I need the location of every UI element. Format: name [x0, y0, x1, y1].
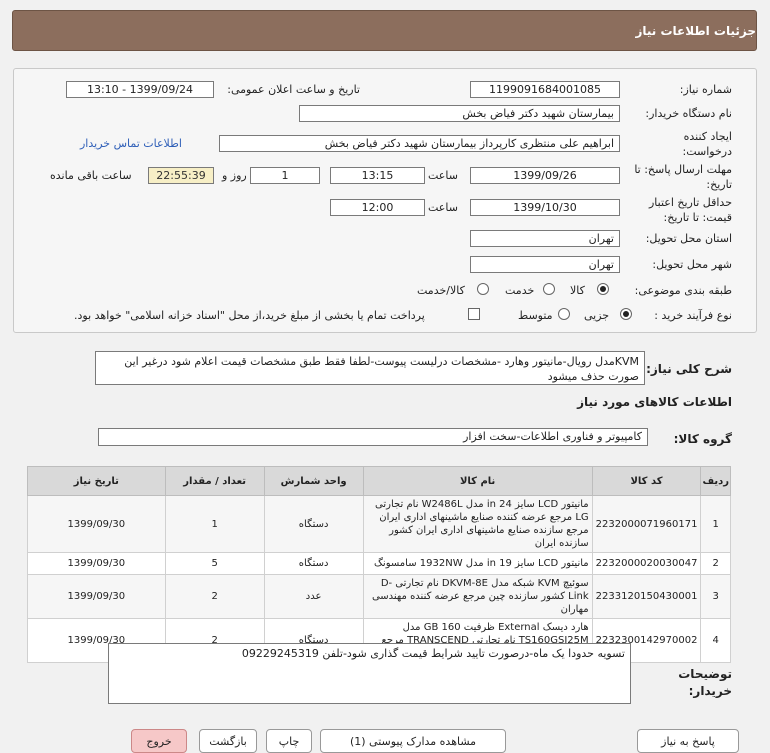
cell-row: 2 [700, 552, 731, 575]
validity-time-label: ساعت [428, 201, 458, 214]
reply-button[interactable]: پاسخ به نیاز [637, 729, 739, 753]
col-row: ردیف [700, 466, 731, 496]
buyer-org-field: بیمارستان شهید دکتر فیاض بخش [299, 105, 620, 122]
validity-label: حداقل تاریخ اعتبار قیمت: تا تاریخ: [648, 196, 732, 224]
process-minor-label: جزیی [584, 309, 610, 322]
goods-section-title: اطلاعات کالاهای مورد نیاز [577, 395, 732, 409]
need-number-field: 1199091684001085 [470, 81, 620, 98]
announce-label: تاریخ و ساعت اعلان عمومی: [227, 83, 360, 96]
remaining-time-field: 22:55:39 [148, 167, 214, 184]
process-label: نوع فرآیند خرید : [654, 309, 732, 322]
cell-code: 2233120150430001 [591, 574, 702, 619]
cell-qty: 5 [164, 552, 265, 575]
creator-label: ایجاد کننده درخواست: [682, 130, 732, 158]
col-code: کد کالا [591, 466, 702, 496]
summary-label: شرح کلی نیاز: [646, 362, 732, 376]
table-row: 3 2233120150430001 سوئیچ KVM شبکه مدل DK… [27, 574, 731, 619]
table-row: 2 2232000020030047 مانیتور LCD سایز 19 i… [27, 552, 731, 575]
buyer-notes-label: توضیحات خریدار: [678, 667, 732, 698]
cell-name: مانیتور LCD سایز 19 in مدل 1932NW سامسون… [362, 552, 593, 575]
cell-qty: 2 [164, 574, 265, 619]
validity-time-field: 12:00 [330, 199, 425, 216]
goods-group-field: کامپیوتر و فناوری اطلاعات-سخت افزار [98, 428, 648, 446]
exit-button[interactable]: خروج [131, 729, 187, 753]
reply-date-field: 1399/09/26 [470, 167, 620, 184]
cell-code: 2232000020030047 [591, 552, 702, 575]
back-button[interactable]: بازگشت [199, 729, 257, 753]
cell-name: سوئیچ KVM شبکه مدل DKVM-8E نام تجارتی D-… [362, 574, 593, 619]
treasury-payment-note: پرداخت تمام یا بخشی از مبلغ خرید،از محل … [74, 309, 425, 322]
days-field: 1 [250, 167, 320, 184]
days-label: روز و [222, 169, 247, 182]
category-service-radio[interactable] [543, 283, 555, 295]
province-label: استان محل تحویل: [645, 232, 732, 245]
buyer-contact-link[interactable]: اطلاعات تماس خریدار [80, 137, 182, 150]
buyer-org-label: نام دستگاه خریدار: [645, 107, 732, 120]
cell-date: 1399/09/30 [27, 552, 166, 575]
cell-date: 1399/09/30 [27, 495, 166, 553]
announce-field: 1399/09/24 - 13:10 [66, 81, 214, 98]
reply-time-field: 13:15 [330, 167, 425, 184]
cell-unit: عدد [263, 574, 364, 619]
category-goods-service-radio[interactable] [477, 283, 489, 295]
goods-table: ردیف کد کالا نام کالا واحد شمارش تعداد /… [27, 466, 731, 663]
reply-time-label: ساعت [428, 169, 458, 182]
process-minor-radio[interactable] [620, 308, 632, 320]
cell-name: مانیتور LCD سایز 24 in مدل W2486L نام تج… [362, 495, 593, 553]
validity-date-field: 1399/10/30 [470, 199, 620, 216]
cell-row: 3 [700, 574, 731, 619]
cell-row: 4 [700, 618, 731, 663]
cell-date: 1399/09/30 [27, 574, 166, 619]
cell-qty: 1 [164, 495, 265, 553]
category-goods-radio[interactable] [597, 283, 609, 295]
remaining-label: ساعت باقی مانده [50, 169, 132, 182]
category-service-label: خدمت [505, 284, 535, 297]
summary-text: KVMمدل رویال-مانیتور وهارد -مشخصات درلیس… [95, 351, 645, 385]
table-row: 1 2232000071960171 مانیتور LCD سایز 24 i… [27, 495, 731, 553]
category-goods-service-label: کالا/خدمت [417, 284, 465, 297]
city-label: شهر محل تحویل: [652, 258, 732, 271]
category-goods-label: کالا [570, 284, 585, 297]
goods-group-label: گروه کالا: [673, 432, 732, 446]
cell-unit: دستگاه [263, 495, 364, 553]
province-field: تهران [470, 230, 620, 247]
attachments-button[interactable]: مشاهده مدارک پیوستی (1) [320, 729, 506, 753]
treasury-payment-checkbox[interactable] [468, 308, 480, 320]
reply-deadline-label: مهلت ارسال پاسخ: تا تاریخ: [634, 163, 732, 191]
creator-field: ابراهیم علی منتظری کارپرداز بیمارستان شه… [219, 135, 620, 152]
col-qty: تعداد / مقدار [164, 466, 265, 496]
category-label: طبقه بندی موضوعی: [634, 284, 732, 297]
city-field: تهران [470, 256, 620, 273]
cell-code: 2232000071960171 [591, 495, 702, 553]
col-unit: واحد شمارش [263, 466, 364, 496]
col-name: نام کالا [362, 466, 593, 496]
process-medium-label: متوسط [518, 309, 553, 322]
cell-row: 1 [700, 495, 731, 553]
page-header: جزئیات اطلاعات نیاز [12, 10, 757, 51]
process-medium-radio[interactable] [558, 308, 570, 320]
need-number-label: شماره نیاز: [679, 83, 732, 96]
col-date: تاریخ نیاز [27, 466, 166, 496]
print-button[interactable]: چاپ [266, 729, 312, 753]
page-title: جزئیات اطلاعات نیاز [635, 23, 756, 38]
buyer-notes-text: تسویه حدودا یک ماه-درصورت تایید شرایط قی… [108, 643, 631, 704]
cell-unit: دستگاه [263, 552, 364, 575]
